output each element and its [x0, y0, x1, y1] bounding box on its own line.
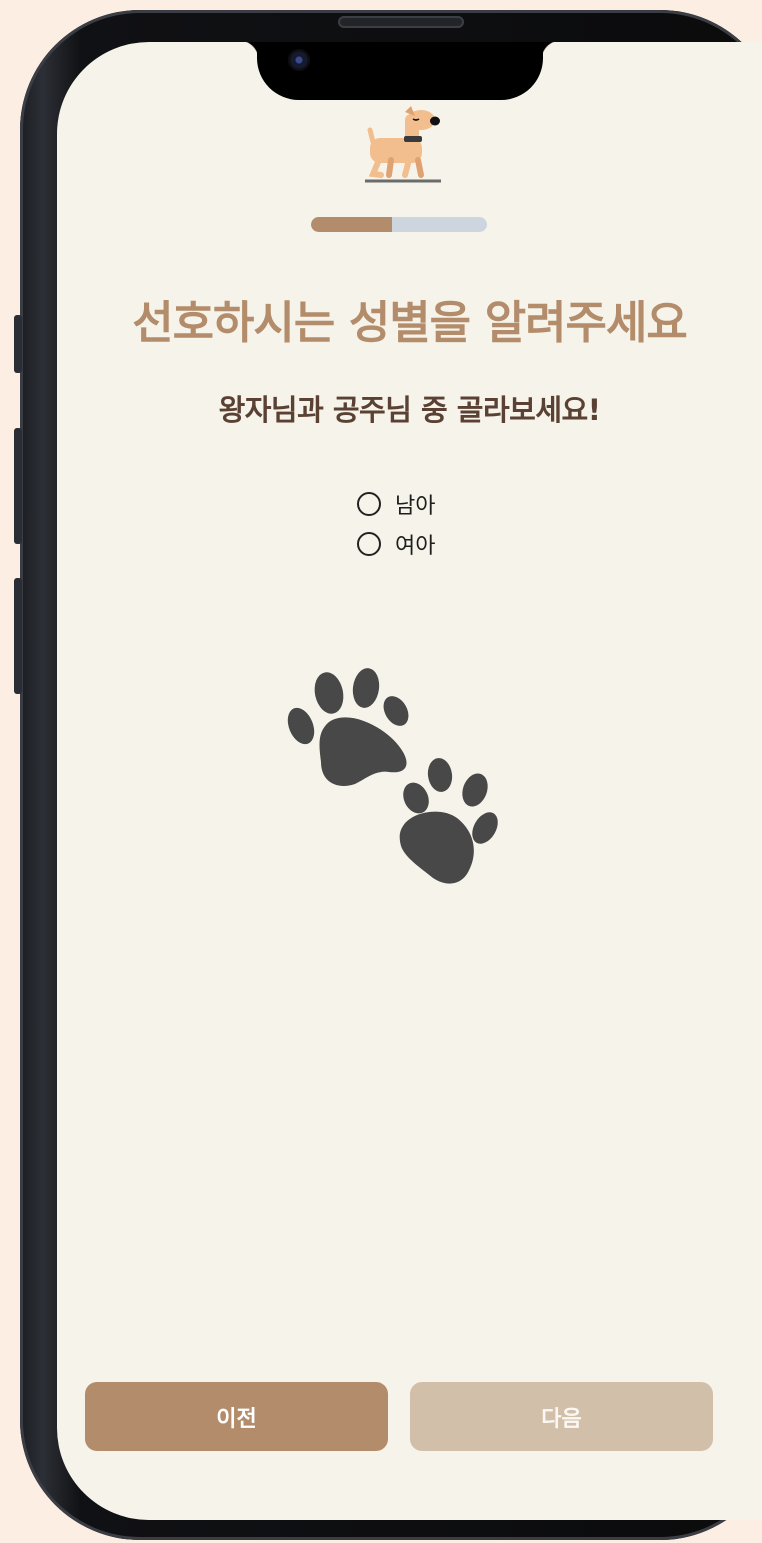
next-button[interactable]: 다음 [410, 1382, 713, 1451]
radio-button-male[interactable] [357, 492, 381, 516]
notch [239, 42, 561, 100]
camera-icon [288, 49, 310, 71]
option-label-female: 여아 [395, 534, 436, 559]
page-title: 선호하시는 성별을 알려주세요 [132, 296, 688, 349]
volume-down-button [14, 578, 22, 694]
radio-button-female[interactable] [357, 532, 381, 556]
progress-bar-fill [311, 217, 392, 232]
dog-icon [365, 106, 441, 183]
volume-up-button [14, 428, 22, 544]
option-male[interactable]: 남아 [357, 484, 557, 524]
speaker-grille [338, 16, 464, 28]
prev-button[interactable]: 이전 [85, 1382, 388, 1451]
gender-radio-group: 남아 여아 [357, 484, 557, 564]
option-female[interactable]: 여아 [357, 524, 557, 564]
progress-bar [311, 217, 487, 232]
option-label-male: 남아 [395, 494, 436, 519]
mute-switch [14, 315, 22, 373]
app-screen: 선호하시는 성별을 알려주세요 왕자님과 공주님 중 골라보세요! 남아 여아 [57, 42, 762, 1520]
page-subtitle: 왕자님과 공주님 중 골라보세요! [218, 393, 601, 427]
paw-prints-icon [287, 668, 498, 884]
device-stage: 선호하시는 성별을 알려주세요 왕자님과 공주님 중 골라보세요! 남아 여아 [0, 0, 762, 1543]
